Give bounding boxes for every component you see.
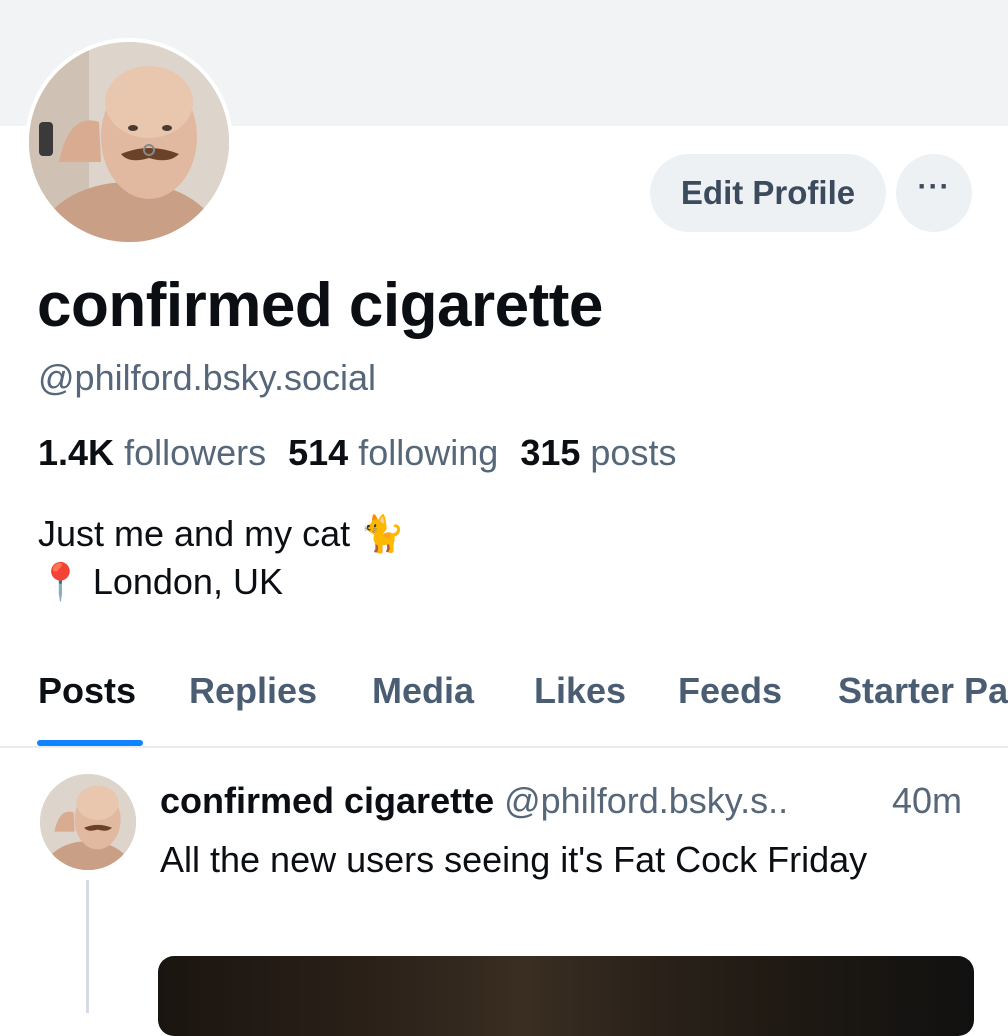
post-author-handle[interactable]: @philford.bsky.s.. bbox=[504, 780, 788, 821]
posts-count: 315 bbox=[520, 432, 581, 473]
posts-label: posts bbox=[590, 432, 677, 473]
tab-feeds[interactable]: Feeds bbox=[678, 662, 782, 748]
profile-avatar[interactable] bbox=[25, 38, 233, 246]
posts-stat: 315 posts bbox=[520, 432, 676, 473]
bio-line: Just me and my cat 🐈 bbox=[38, 513, 405, 554]
followers-count: 1.4K bbox=[38, 432, 115, 473]
post-text: All the new users seeing it's Fat Cock F… bbox=[160, 839, 868, 880]
profile-tabs: Posts Replies Media Likes Feeds Starter … bbox=[0, 662, 1008, 748]
ellipsis-icon: ··· bbox=[917, 170, 951, 203]
profile-bio: Just me and my cat 🐈 📍 London, UK bbox=[38, 510, 405, 606]
thread-line bbox=[86, 880, 89, 1013]
bio-location: 📍 London, UK bbox=[38, 561, 283, 602]
more-options-button[interactable]: ··· bbox=[896, 154, 972, 232]
display-name: confirmed cigarette bbox=[37, 271, 603, 340]
profile-stats: 1.4K followers 514 following 315 posts bbox=[38, 432, 676, 474]
post-header: confirmed cigarette @philford.bsky.s.. bbox=[160, 780, 788, 822]
following-count: 514 bbox=[288, 432, 349, 473]
post-author-avatar[interactable] bbox=[40, 774, 136, 870]
tabs-divider bbox=[0, 746, 1008, 748]
following-label: following bbox=[358, 432, 499, 473]
following-link[interactable]: 514 following bbox=[288, 432, 498, 473]
tab-likes[interactable]: Likes bbox=[534, 662, 626, 748]
post-image[interactable] bbox=[158, 956, 974, 1036]
tab-starter-packs[interactable]: Starter Pa bbox=[838, 662, 1008, 748]
followers-label: followers bbox=[124, 432, 267, 473]
tab-media[interactable]: Media bbox=[372, 662, 474, 748]
tab-replies[interactable]: Replies bbox=[189, 662, 317, 748]
avatar-photo bbox=[29, 42, 229, 242]
tab-posts[interactable]: Posts bbox=[38, 662, 136, 748]
edit-profile-button[interactable]: Edit Profile bbox=[650, 154, 886, 232]
followers-link[interactable]: 1.4K followers bbox=[38, 432, 266, 473]
post-author-name[interactable]: confirmed cigarette bbox=[160, 780, 494, 821]
post-timestamp[interactable]: 40m bbox=[892, 780, 962, 822]
profile-handle: @philford.bsky.social bbox=[38, 357, 377, 398]
